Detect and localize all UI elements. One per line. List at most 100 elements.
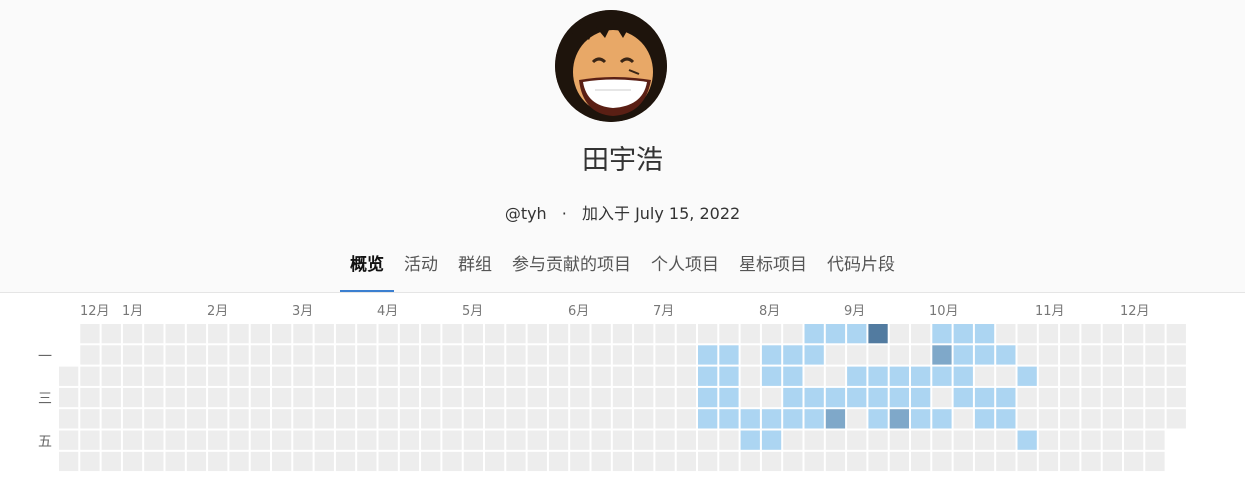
contribution-day-cell[interactable]	[1038, 345, 1059, 365]
contribution-day-cell[interactable]	[1166, 387, 1186, 408]
contribution-day-cell[interactable]	[1145, 324, 1165, 344]
contribution-day-cell[interactable]	[293, 409, 313, 429]
contribution-day-cell[interactable]	[932, 409, 952, 429]
contribution-day-cell[interactable]	[953, 324, 973, 344]
contribution-day-cell[interactable]	[250, 409, 270, 429]
contribution-day-cell[interactable]	[1060, 430, 1080, 450]
contribution-day-cell[interactable]	[485, 430, 505, 450]
contribution-day-cell[interactable]	[847, 324, 867, 344]
contribution-day-cell[interactable]	[485, 387, 505, 408]
contribution-day-cell[interactable]	[293, 430, 313, 450]
contribution-day-cell[interactable]	[783, 324, 803, 344]
contribution-day-cell[interactable]	[357, 387, 377, 408]
contribution-day-cell[interactable]	[1060, 387, 1080, 408]
contribution-day-cell[interactable]	[1102, 430, 1122, 450]
contribution-day-cell[interactable]	[144, 366, 164, 386]
contribution-day-cell[interactable]	[421, 430, 441, 450]
contribution-day-cell[interactable]	[378, 409, 398, 429]
contribution-day-cell[interactable]	[761, 387, 782, 408]
contribution-day-cell[interactable]	[314, 451, 334, 472]
contribution-day-cell[interactable]	[421, 451, 441, 472]
contribution-day-cell[interactable]	[272, 345, 292, 365]
contribution-day-cell[interactable]	[911, 430, 931, 450]
contribution-day-cell[interactable]	[1124, 430, 1144, 450]
contribution-day-cell[interactable]	[761, 324, 782, 344]
contribution-day-cell[interactable]	[612, 387, 633, 408]
contribution-day-cell[interactable]	[463, 409, 483, 429]
contribution-day-cell[interactable]	[612, 345, 633, 365]
contribution-day-cell[interactable]	[442, 451, 462, 472]
contribution-day-cell[interactable]	[868, 345, 888, 365]
contribution-day-cell[interactable]	[80, 451, 100, 472]
contribution-day-cell[interactable]	[655, 409, 675, 429]
contribution-day-cell[interactable]	[1145, 409, 1165, 429]
contribution-day-cell[interactable]	[1145, 387, 1165, 408]
contribution-day-cell[interactable]	[250, 387, 270, 408]
contribution-day-cell[interactable]	[974, 387, 995, 408]
contribution-day-cell[interactable]	[676, 451, 696, 472]
contribution-day-cell[interactable]	[442, 387, 462, 408]
contribution-day-cell[interactable]	[80, 366, 100, 386]
contribution-day-cell[interactable]	[378, 451, 398, 472]
contribution-day-cell[interactable]	[1124, 345, 1144, 365]
contribution-day-cell[interactable]	[783, 409, 803, 429]
contribution-day-cell[interactable]	[612, 324, 633, 344]
contribution-day-cell[interactable]	[122, 345, 143, 365]
contribution-day-cell[interactable]	[80, 324, 100, 344]
contribution-day-cell[interactable]	[804, 430, 824, 450]
contribution-day-cell[interactable]	[570, 345, 590, 365]
contribution-day-cell[interactable]	[144, 451, 164, 472]
contribution-day-cell[interactable]	[527, 387, 547, 408]
contribution-day-cell[interactable]	[1166, 324, 1186, 344]
contribution-day-cell[interactable]	[1038, 366, 1059, 386]
contribution-day-cell[interactable]	[1145, 430, 1165, 450]
contribution-day-cell[interactable]	[335, 366, 356, 386]
contribution-day-cell[interactable]	[783, 345, 803, 365]
contribution-day-cell[interactable]	[1060, 345, 1080, 365]
contribution-day-cell[interactable]	[953, 387, 973, 408]
contribution-day-cell[interactable]	[1102, 409, 1122, 429]
contribution-day-cell[interactable]	[868, 387, 888, 408]
contribution-day-cell[interactable]	[847, 409, 867, 429]
contribution-day-cell[interactable]	[165, 366, 185, 386]
contribution-day-cell[interactable]	[335, 430, 356, 450]
contribution-day-cell[interactable]	[719, 324, 739, 344]
contribution-day-cell[interactable]	[101, 451, 121, 472]
contribution-day-cell[interactable]	[1081, 345, 1101, 365]
contribution-day-cell[interactable]	[399, 324, 420, 344]
contribution-day-cell[interactable]	[101, 409, 121, 429]
contribution-day-cell[interactable]	[889, 387, 909, 408]
contribution-day-cell[interactable]	[485, 409, 505, 429]
contribution-day-cell[interactable]	[1102, 387, 1122, 408]
contribution-day-cell[interactable]	[1017, 409, 1037, 429]
contribution-day-cell[interactable]	[591, 366, 611, 386]
contribution-day-cell[interactable]	[1081, 409, 1101, 429]
contribution-day-cell[interactable]	[719, 409, 739, 429]
contribution-day-cell[interactable]	[1038, 324, 1059, 344]
contribution-day-cell[interactable]	[634, 345, 654, 365]
contribution-day-cell[interactable]	[208, 430, 228, 450]
contribution-day-cell[interactable]	[868, 409, 888, 429]
contribution-day-cell[interactable]	[165, 409, 185, 429]
contribution-day-cell[interactable]	[186, 324, 207, 344]
contribution-day-cell[interactable]	[548, 430, 569, 450]
contribution-day-cell[interactable]	[272, 409, 292, 429]
contribution-day-cell[interactable]	[698, 366, 718, 386]
contribution-day-cell[interactable]	[80, 345, 100, 365]
contribution-day-cell[interactable]	[612, 366, 633, 386]
contribution-day-cell[interactable]	[889, 409, 909, 429]
contribution-day-cell[interactable]	[144, 345, 164, 365]
contribution-day-cell[interactable]	[655, 387, 675, 408]
contribution-day-cell[interactable]	[208, 324, 228, 344]
contribution-day-cell[interactable]	[378, 430, 398, 450]
contribution-day-cell[interactable]	[1145, 451, 1165, 472]
contribution-day-cell[interactable]	[1081, 324, 1101, 344]
contribution-day-cell[interactable]	[932, 387, 952, 408]
tab-groups[interactable]: 群组	[448, 244, 502, 286]
contribution-day-cell[interactable]	[868, 451, 888, 472]
contribution-day-cell[interactable]	[314, 430, 334, 450]
contribution-day-cell[interactable]	[101, 324, 121, 344]
contribution-day-cell[interactable]	[399, 409, 420, 429]
contribution-day-cell[interactable]	[1038, 387, 1059, 408]
contribution-day-cell[interactable]	[506, 345, 526, 365]
